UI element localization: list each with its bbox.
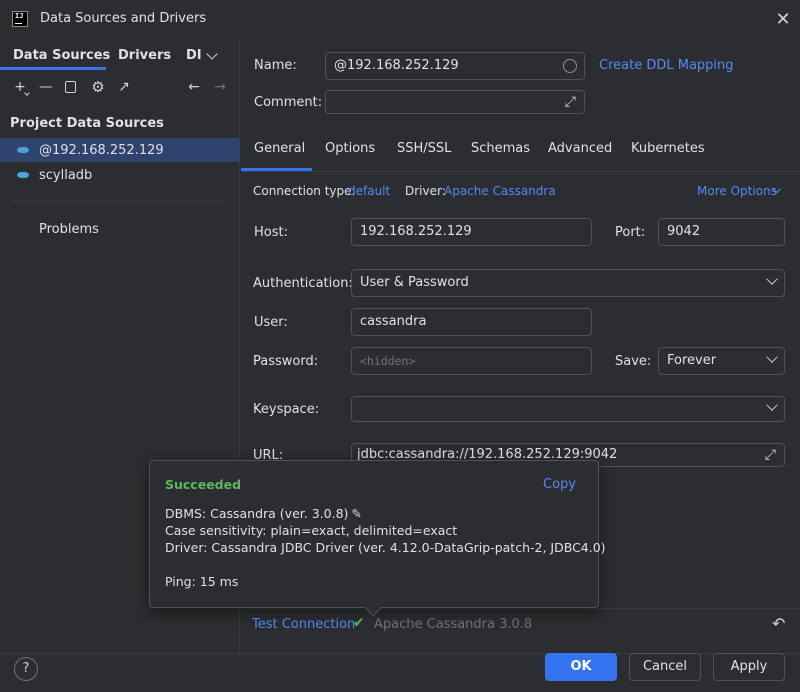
ok-button[interactable]: OK (545, 653, 617, 681)
pencil-icon[interactable]: ✎ (351, 506, 361, 521)
port-label: Port: (615, 225, 646, 240)
driver-label: Driver: (405, 184, 446, 198)
host-value: 192.168.252.129 (360, 224, 472, 239)
color-circle-icon[interactable] (563, 59, 577, 73)
password-placeholder: <hidden> (360, 354, 416, 368)
tab-ssh-ssl[interactable]: SSH/SSL (397, 141, 451, 156)
keyspace-label: Keyspace: (253, 402, 320, 417)
divider (241, 608, 800, 609)
chevron-down-icon (766, 273, 778, 285)
server-version: Apache Cassandra 3.0.8 (374, 617, 533, 632)
tab-general[interactable]: General (254, 141, 305, 156)
user-input[interactable]: cassandra (351, 308, 592, 336)
gear-icon[interactable]: ⚙ (89, 78, 107, 96)
port-input[interactable]: 9042 (658, 218, 785, 246)
forward-arrow-icon[interactable]: → (211, 78, 229, 96)
connection-type-label: Connection type: (253, 184, 356, 198)
remove-icon[interactable]: — (37, 78, 55, 96)
host-input[interactable]: 192.168.252.129 (351, 218, 592, 246)
tab-options[interactable]: Options (325, 141, 375, 156)
host-label: Host: (254, 225, 288, 240)
window-title: Data Sources and Drivers (40, 11, 207, 26)
save-label: Save: (615, 354, 652, 369)
user-label: User: (254, 315, 288, 330)
password-input[interactable]: <hidden> (351, 347, 592, 375)
tab-more[interactable]: DI (186, 48, 202, 63)
driver-line: Driver: Cassandra JDBC Driver (ver. 4.12… (165, 540, 606, 555)
test-connection-link[interactable]: Test Connection (252, 617, 355, 632)
divider (10, 201, 228, 202)
dbms-text: DBMS: Cassandra (ver. 3.0.8) (165, 506, 349, 521)
tab-kubernetes[interactable]: Kubernetes (631, 141, 705, 156)
create-ddl-mapping-link[interactable]: Create DDL Mapping (599, 58, 734, 73)
comment-input[interactable]: ⤢ (325, 90, 585, 114)
reset-icon[interactable]: ↶ (772, 614, 785, 633)
ping-line: Ping: 15 ms (165, 574, 239, 589)
tab-drivers[interactable]: Drivers (118, 48, 171, 63)
help-button[interactable]: ? (14, 657, 38, 681)
password-label: Password: (253, 354, 319, 369)
back-arrow-icon[interactable]: ← (185, 78, 203, 96)
port-value: 9042 (667, 224, 701, 239)
comment-label: Comment: (254, 95, 323, 110)
user-value: cassandra (360, 314, 427, 329)
cassandra-icon (17, 172, 29, 178)
list-item-label: @192.168.252.129 (39, 143, 164, 158)
tabs-border (241, 171, 800, 172)
expand-icon[interactable]: ⤢ (765, 447, 776, 463)
save-value: Forever (667, 353, 717, 368)
app-logo-icon: IJ (12, 11, 28, 27)
tab-data-sources[interactable]: Data Sources (13, 48, 110, 63)
close-icon[interactable]: ✕ (772, 9, 794, 31)
tab-advanced[interactable]: Advanced (548, 141, 612, 156)
tab-schemas[interactable]: Schemas (471, 141, 530, 156)
chevron-down-icon (766, 399, 778, 411)
authentication-select[interactable]: User & Password (351, 269, 785, 297)
list-item-label[interactable]: scylladb (39, 168, 92, 183)
authentication-value: User & Password (360, 275, 469, 290)
check-icon: ✔ (353, 615, 365, 631)
problems-item[interactable]: Problems (39, 222, 99, 237)
case-sensitivity-line: Case sensitivity: plain=exact, delimited… (165, 523, 458, 538)
apply-button[interactable]: Apply (713, 653, 785, 681)
expand-icon[interactable]: ⤢ (565, 94, 576, 110)
cassandra-icon (17, 147, 29, 153)
keyspace-select[interactable] (351, 396, 785, 422)
status-text: Succeeded (165, 477, 242, 492)
external-link-icon[interactable]: ↗ (115, 78, 133, 96)
dbms-line: DBMS: Cassandra (ver. 3.0.8) ✎ (165, 506, 362, 521)
tab-underline (0, 67, 106, 70)
copy-link[interactable]: Copy (543, 477, 576, 492)
copy-icon[interactable] (65, 81, 76, 93)
authentication-label: Authentication: (253, 276, 353, 291)
cancel-button[interactable]: Cancel (629, 653, 701, 681)
name-input[interactable]: @192.168.252.129 (325, 52, 585, 80)
connection-type-link[interactable]: default (348, 184, 390, 198)
driver-link[interactable]: Apache Cassandra (444, 184, 556, 198)
name-value: @192.168.252.129 (334, 58, 459, 73)
more-options-link[interactable]: More Options (697, 184, 777, 198)
save-select[interactable]: Forever (658, 347, 785, 375)
project-data-sources-header: Project Data Sources (10, 116, 164, 131)
name-label: Name: (254, 58, 297, 73)
chevron-down-icon (766, 351, 778, 363)
